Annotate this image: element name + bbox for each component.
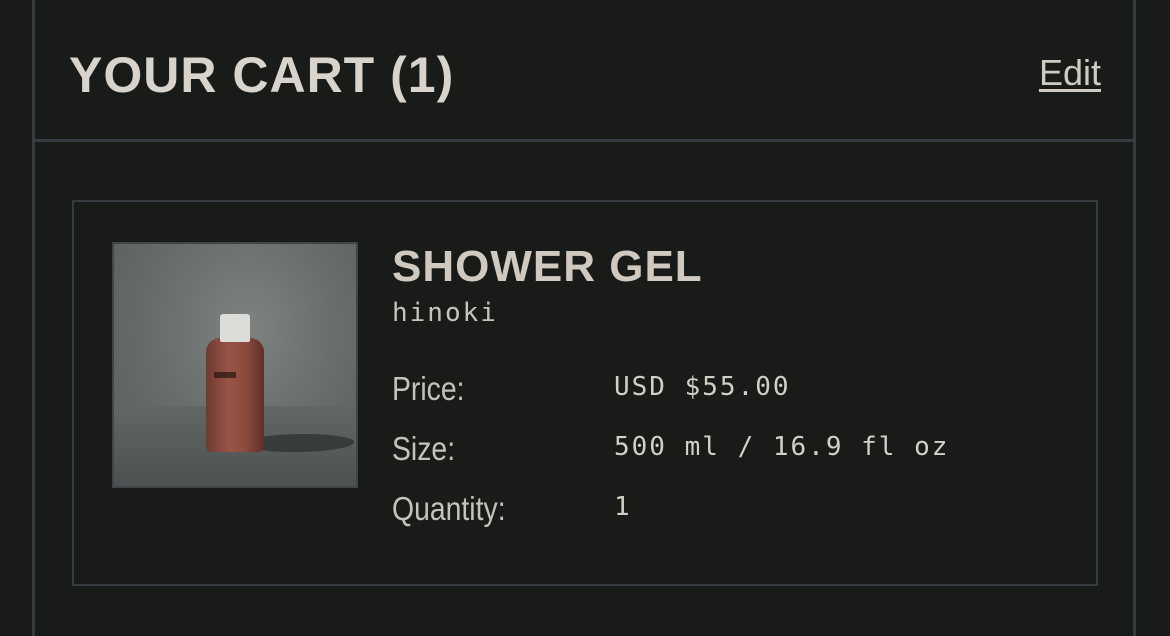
price-value: USD $55.00 — [614, 372, 791, 402]
quantity-label: Quantity: — [392, 490, 506, 527]
size-label: Size: — [392, 430, 456, 467]
product-name[interactable]: SHOWER GEL — [392, 242, 703, 292]
bottle-cap — [220, 314, 250, 342]
bottle-body — [206, 338, 264, 452]
product-image[interactable] — [112, 242, 358, 488]
product-variant: hinoki — [392, 298, 498, 328]
cart-header: YOUR CART (1) Edit — [35, 0, 1133, 142]
cart-item: SHOWER GEL hinoki Price: USD $55.00 Size… — [72, 200, 1098, 586]
edit-link[interactable]: Edit — [1039, 52, 1101, 94]
quantity-value: 1 — [614, 492, 632, 522]
price-label: Price: — [392, 370, 465, 407]
bottle-label — [214, 372, 236, 378]
cart-title: YOUR CART (1) — [69, 47, 455, 103]
size-value: 500 ml / 16.9 fl oz — [614, 432, 950, 462]
